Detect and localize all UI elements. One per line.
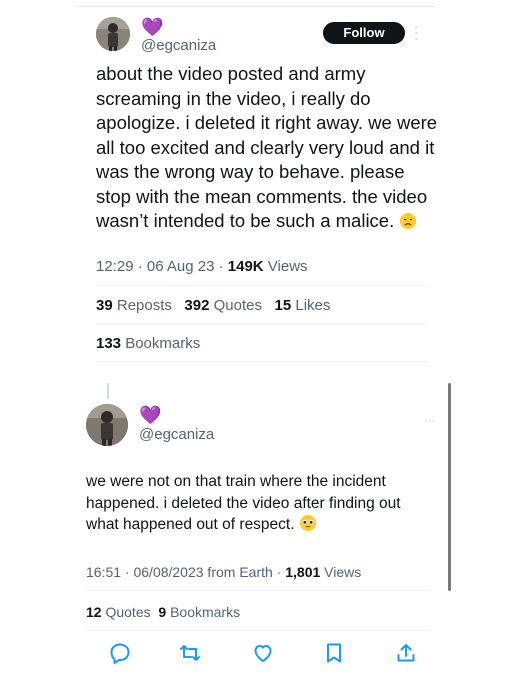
repost-icon[interactable] bbox=[178, 641, 202, 665]
views-count: 149K bbox=[227, 258, 264, 275]
tweet-text-content: we were not on that train where the inci… bbox=[86, 473, 401, 533]
timestamp[interactable]: 16:51 · 06/08/2023 from Earth · bbox=[86, 564, 285, 580]
user-handle[interactable]: @egcaniza bbox=[141, 37, 216, 54]
pleading-face-emoji bbox=[299, 514, 317, 532]
bookmarks-stat[interactable]: 133 Bookmarks bbox=[96, 335, 200, 352]
likes-stat[interactable]: 15 Likes bbox=[275, 297, 331, 314]
views-label: Views bbox=[263, 258, 308, 275]
tweet-1: 💜 @egcaniza Follow · · · about the video p… bbox=[0, 0, 521, 380]
quotes-stat[interactable]: 12 Quotes bbox=[86, 604, 151, 620]
quotes-stat[interactable]: 392 Quotes bbox=[184, 297, 262, 314]
user-handle[interactable]: @egcaniza bbox=[139, 426, 214, 443]
divider bbox=[96, 361, 427, 362]
avatar[interactable] bbox=[96, 17, 130, 51]
purple-heart-badge: 💜 bbox=[139, 405, 162, 425]
views-label: Views bbox=[320, 564, 362, 580]
bookmark-icon[interactable] bbox=[322, 641, 346, 665]
follow-button[interactable]: Follow bbox=[323, 22, 405, 44]
tweet-meta: 16:51 · 06/08/2023 from Earth · 1,801 Vi… bbox=[86, 564, 361, 580]
disappointed-face-emoji bbox=[399, 212, 417, 230]
share-icon[interactable] bbox=[394, 641, 418, 665]
more-options-icon[interactable]: ··· bbox=[414, 20, 420, 45]
divider bbox=[96, 323, 427, 324]
tweet-meta: 12:29 · 06 Aug 23 · 149K Views bbox=[96, 258, 308, 275]
thread-line bbox=[107, 383, 109, 399]
top-divider bbox=[75, 6, 435, 7]
reply-icon[interactable] bbox=[108, 641, 132, 665]
divider bbox=[86, 590, 431, 591]
tweet-text: we were not on that train where the inci… bbox=[86, 471, 436, 536]
timestamp[interactable]: 12:29 · 06 Aug 23 · bbox=[96, 258, 228, 275]
views-count: 1,801 bbox=[285, 564, 321, 580]
reposts-stat[interactable]: 39 Reposts bbox=[96, 297, 172, 314]
scrollbar[interactable] bbox=[448, 383, 451, 591]
avatar-image bbox=[86, 404, 128, 446]
tweet-text-content: about the video posted and army screamin… bbox=[96, 63, 438, 231]
bookmarks-stat[interactable]: 9 Bookmarks bbox=[158, 604, 240, 620]
purple-heart-badge: 💜 bbox=[141, 17, 164, 37]
engagement-stats: 12 Quotes 9 Bookmarks bbox=[86, 604, 240, 620]
like-icon[interactable] bbox=[251, 641, 275, 665]
divider bbox=[96, 285, 427, 286]
divider bbox=[86, 630, 431, 631]
tweet-text: about the video posted and army screamin… bbox=[96, 62, 441, 234]
more-options-icon[interactable]: ··· bbox=[424, 416, 435, 427]
avatar-image bbox=[96, 17, 130, 51]
engagement-stats: 39 Reposts 392 Quotes 15 Likes bbox=[96, 297, 330, 314]
avatar[interactable] bbox=[86, 404, 128, 446]
